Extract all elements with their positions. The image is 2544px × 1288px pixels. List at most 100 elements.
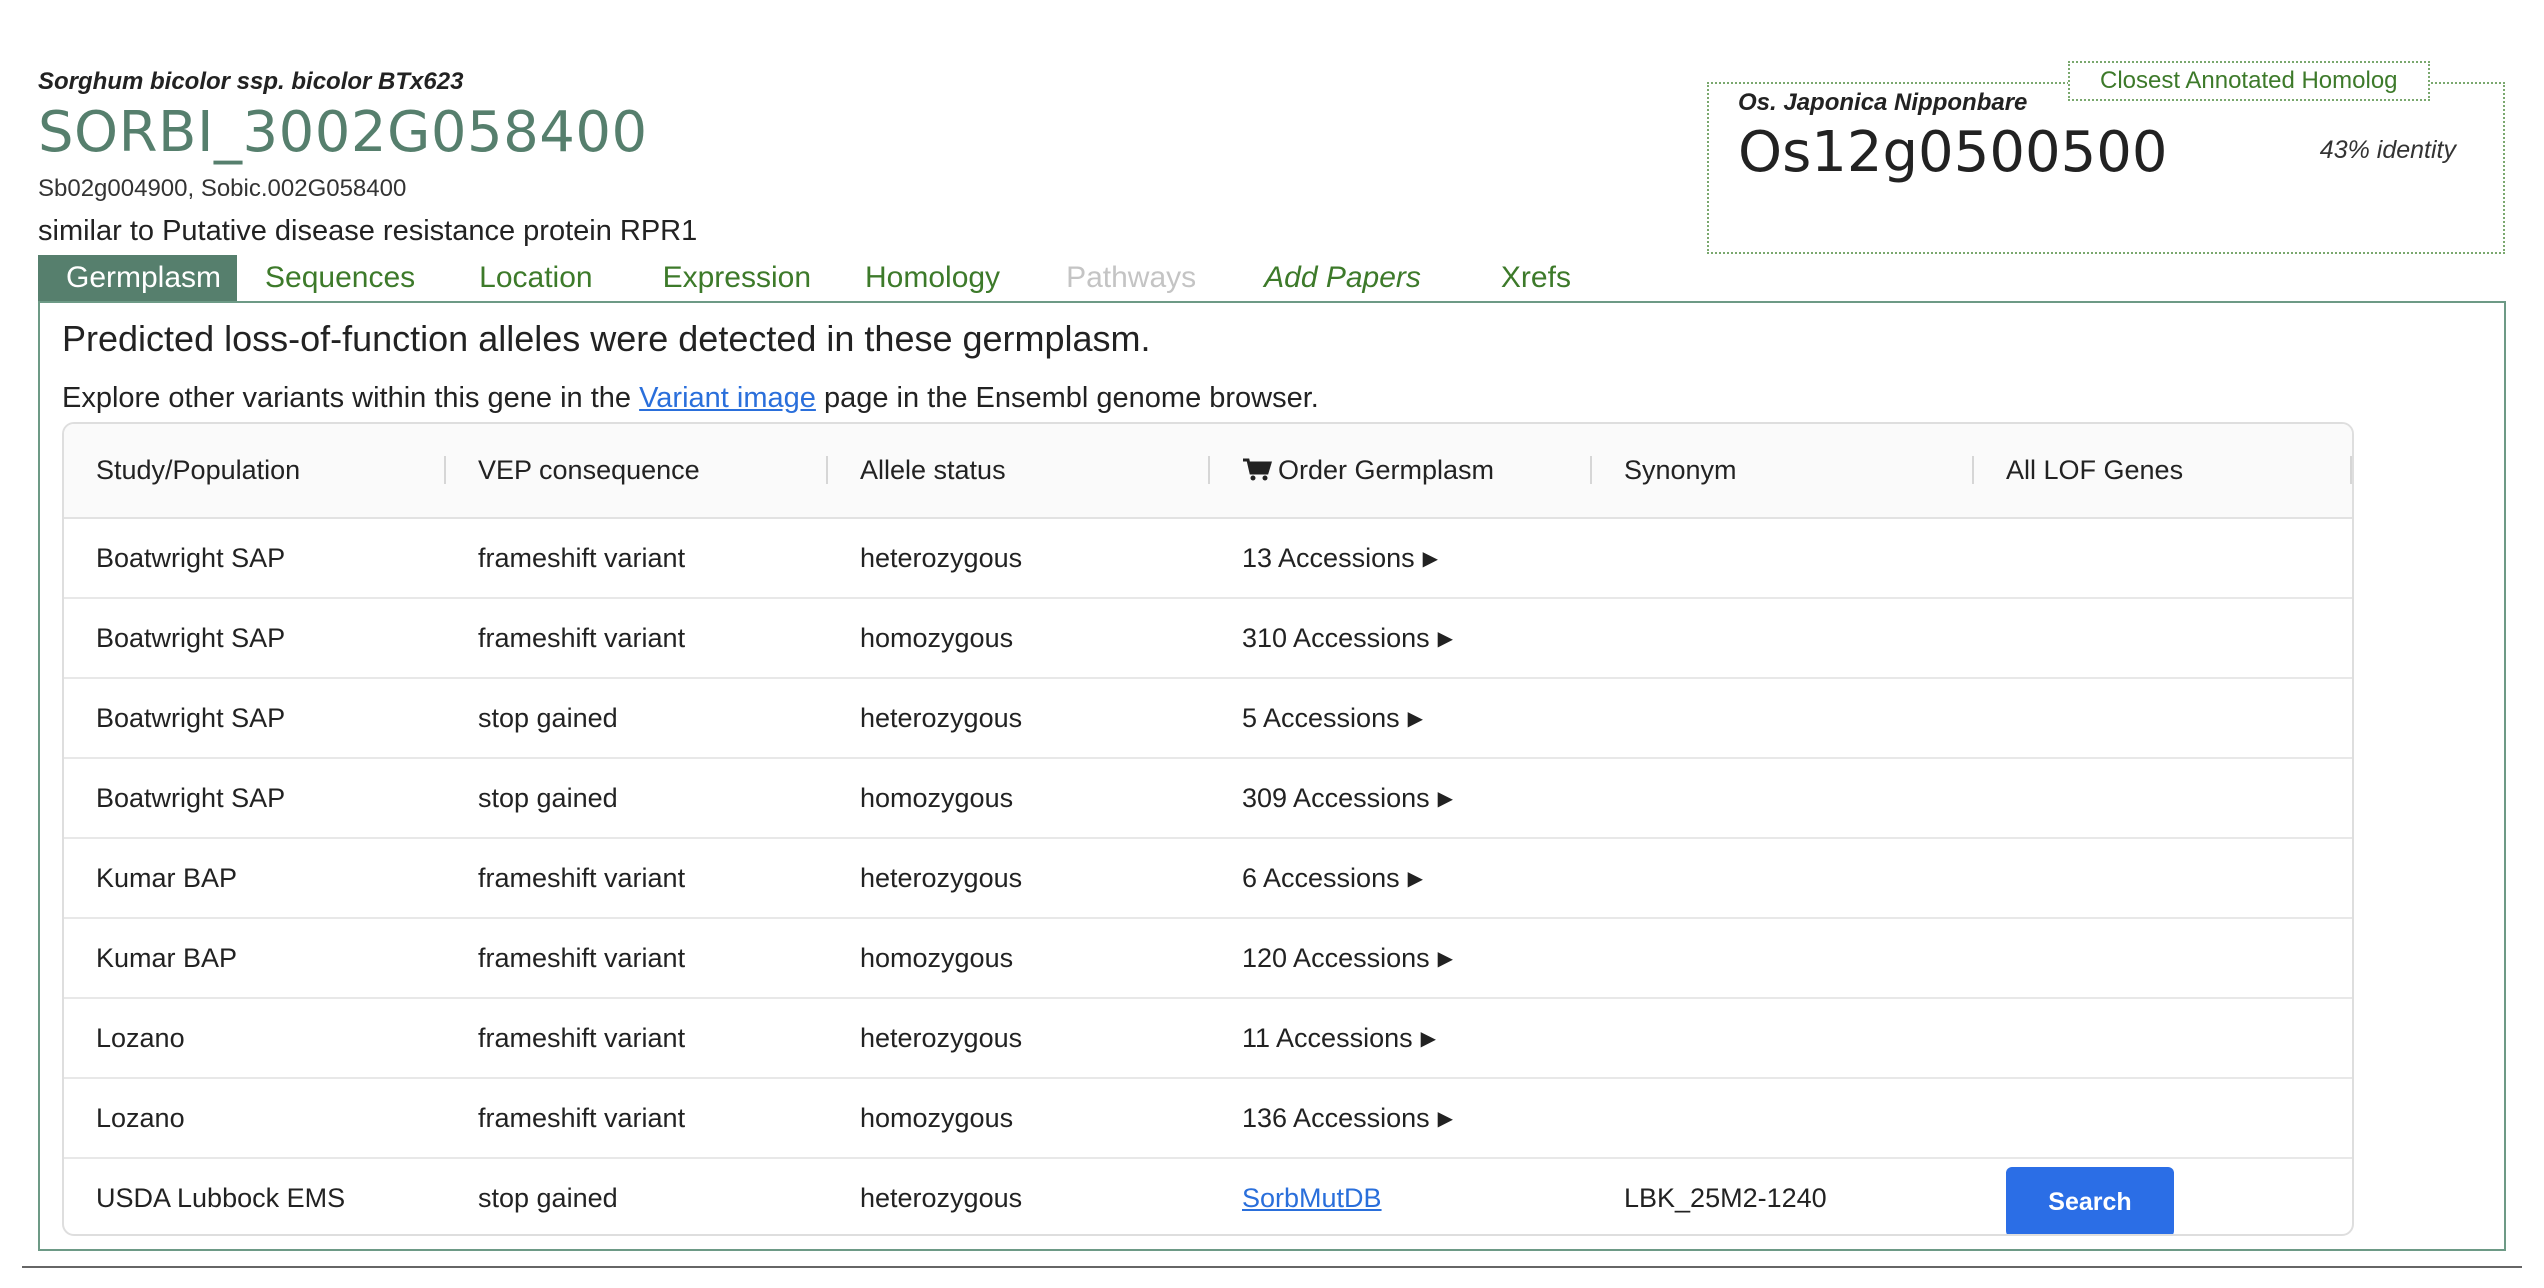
cell-lof — [1974, 758, 2352, 838]
homolog-gene-id[interactable]: Os12g0500500 — [1738, 120, 2167, 185]
tab-xrefs[interactable]: Xrefs — [1455, 255, 1591, 301]
cell-vep: stop gained — [478, 782, 618, 813]
tab-pathways: Pathways — [1066, 261, 1197, 294]
cell-synonym — [1592, 678, 1974, 758]
cell-lof — [1974, 838, 2352, 918]
divider — [22, 1266, 2522, 1268]
homolog-label: Closest Annotated Homolog — [2068, 61, 2430, 101]
cell-allele: heterozygous — [860, 542, 1023, 573]
tab-homology[interactable]: Homology — [845, 255, 1032, 301]
col-header-study[interactable]: Study/Population — [64, 424, 446, 518]
cart-icon — [1243, 458, 1272, 481]
explore-suffix: page in the Ensembl genome browser. — [815, 382, 1319, 414]
panel-heading: Predicted loss-of-function alleles were … — [62, 318, 1151, 359]
cell-allele: heterozygous — [860, 862, 1023, 893]
cell-study: Boatwright SAP — [96, 542, 286, 573]
species-name: Sorghum bicolor ssp. bicolor BTx623 — [38, 68, 464, 95]
cell-order[interactable]: 136 Accessions ▶ — [1210, 1078, 1592, 1158]
cell-lof[interactable]: Search — [1974, 1158, 2352, 1234]
cell-allele: homozygous — [860, 622, 1014, 653]
table-row: Lozano frameshift variant heterozygous 1… — [64, 998, 2352, 1078]
triangle-right-icon: ▶ — [1407, 867, 1423, 890]
accessions-toggle[interactable]: 136 Accessions ▶ — [1242, 1103, 1453, 1133]
cell-vep: frameshift variant — [478, 622, 686, 653]
cell-synonym — [1592, 838, 1974, 918]
cell-lof — [1974, 518, 2352, 598]
cell-study: Kumar BAP — [96, 942, 238, 973]
cell-study: Lozano — [96, 1102, 185, 1133]
cell-allele: heterozygous — [860, 1022, 1023, 1053]
cell-lof — [1974, 1078, 2352, 1158]
table-row: Boatwright SAP stop gained heterozygous … — [64, 678, 2352, 758]
cell-synonym — [1592, 998, 1974, 1078]
cell-order[interactable]: 310 Accessions ▶ — [1210, 598, 1592, 678]
search-lof-button[interactable]: Search — [2006, 1166, 2174, 1234]
tab-location[interactable]: Location — [445, 255, 626, 301]
table-row: USDA Lubbock EMS stop gained heterozygou… — [64, 1158, 2352, 1234]
col-header-synonym[interactable]: Synonym — [1592, 424, 1974, 518]
cell-study: Boatwright SAP — [96, 622, 286, 653]
cell-lof — [1974, 678, 2352, 758]
cell-synonym — [1592, 758, 1974, 838]
cell-order[interactable]: 309 Accessions ▶ — [1210, 758, 1592, 838]
cell-vep: frameshift variant — [478, 1022, 686, 1053]
col-header-order[interactable]: Order Germplasm — [1210, 424, 1592, 518]
cell-allele: homozygous — [860, 942, 1014, 973]
tab-germplasm[interactable]: Germplasm — [38, 255, 238, 301]
cell-order[interactable]: 11 Accessions ▶ — [1210, 998, 1592, 1078]
cell-order[interactable]: 13 Accessions ▶ — [1210, 518, 1592, 598]
gene-synonyms: Sb02g004900, Sobic.002G058400 — [38, 175, 407, 202]
accessions-toggle[interactable]: 13 Accessions ▶ — [1242, 543, 1438, 573]
accessions-toggle[interactable]: 310 Accessions ▶ — [1242, 623, 1453, 653]
gene-id-title: SORBI_3002G058400 — [38, 100, 648, 165]
col-header-lof[interactable]: All LOF Genes — [1974, 424, 2352, 518]
cell-study: USDA Lubbock EMS — [96, 1183, 346, 1213]
cell-study: Lozano — [96, 1022, 185, 1053]
triangle-right-icon: ▶ — [1437, 627, 1454, 650]
cell-synonym — [1592, 518, 1974, 598]
gene-tabs: Germplasm Sequences Location Expression … — [38, 255, 1591, 301]
cell-vep: frameshift variant — [478, 942, 686, 973]
accessions-toggle[interactable]: 120 Accessions ▶ — [1242, 943, 1453, 973]
triangle-right-icon: ▶ — [1407, 707, 1423, 730]
accessions-toggle[interactable]: 309 Accessions ▶ — [1242, 783, 1453, 813]
cell-synonym — [1592, 918, 1974, 998]
col-header-allele[interactable]: Allele status — [828, 424, 1210, 518]
accessions-toggle[interactable]: 6 Accessions ▶ — [1242, 863, 1423, 893]
triangle-right-icon: ▶ — [1437, 787, 1454, 810]
triangle-right-icon: ▶ — [1420, 1027, 1436, 1050]
table-row: Lozano frameshift variant homozygous 136… — [64, 1078, 2352, 1158]
col-header-vep[interactable]: VEP consequence — [446, 424, 828, 518]
variant-image-link[interactable]: Variant image — [639, 382, 816, 414]
cell-study: Boatwright SAP — [96, 782, 286, 813]
cell-vep: stop gained — [478, 702, 618, 733]
homolog-identity: 43% identity — [2319, 136, 2456, 164]
homolog-species: Os. Japonica Nipponbare — [1738, 89, 2028, 116]
cell-study: Boatwright SAP — [96, 702, 286, 733]
cell-order[interactable]: 120 Accessions ▶ — [1210, 918, 1592, 998]
table-row: Boatwright SAP frameshift variant homozy… — [64, 598, 2352, 678]
table-row: Boatwright SAP frameshift variant hetero… — [64, 518, 2352, 598]
cell-lof — [1974, 918, 2352, 998]
cell-allele: homozygous — [860, 782, 1014, 813]
cell-lof — [1974, 998, 2352, 1078]
cell-order[interactable]: 6 Accessions ▶ — [1210, 838, 1592, 918]
table-row: Kumar BAP frameshift variant heterozygou… — [64, 838, 2352, 918]
cell-vep: frameshift variant — [478, 1102, 686, 1133]
tab-sequences[interactable]: Sequences — [237, 255, 445, 301]
accessions-toggle[interactable]: 5 Accessions ▶ — [1242, 703, 1423, 733]
cell-synonym — [1592, 598, 1974, 678]
cell-order[interactable]: 5 Accessions ▶ — [1210, 678, 1592, 758]
tab-expression[interactable]: Expression — [627, 255, 845, 301]
cell-synonym: LBK_25M2-1240 — [1624, 1183, 1827, 1213]
accessions-toggle[interactable]: 11 Accessions ▶ — [1242, 1023, 1436, 1053]
cell-vep: stop gained — [478, 1183, 618, 1213]
gene-description: similar to Putative disease resistance p… — [38, 215, 698, 247]
cell-vep: frameshift variant — [478, 862, 686, 893]
cell-allele: heterozygous — [860, 702, 1023, 733]
sorbmutdb-link[interactable]: SorbMutDB — [1242, 1183, 1382, 1213]
tab-add-papers[interactable]: Add Papers — [1230, 255, 1455, 301]
table-header-row: Study/Population VEP consequence Allele … — [64, 424, 2352, 518]
cell-order[interactable]: SorbMutDB — [1210, 1158, 1592, 1234]
cell-synonym — [1592, 1078, 1974, 1158]
